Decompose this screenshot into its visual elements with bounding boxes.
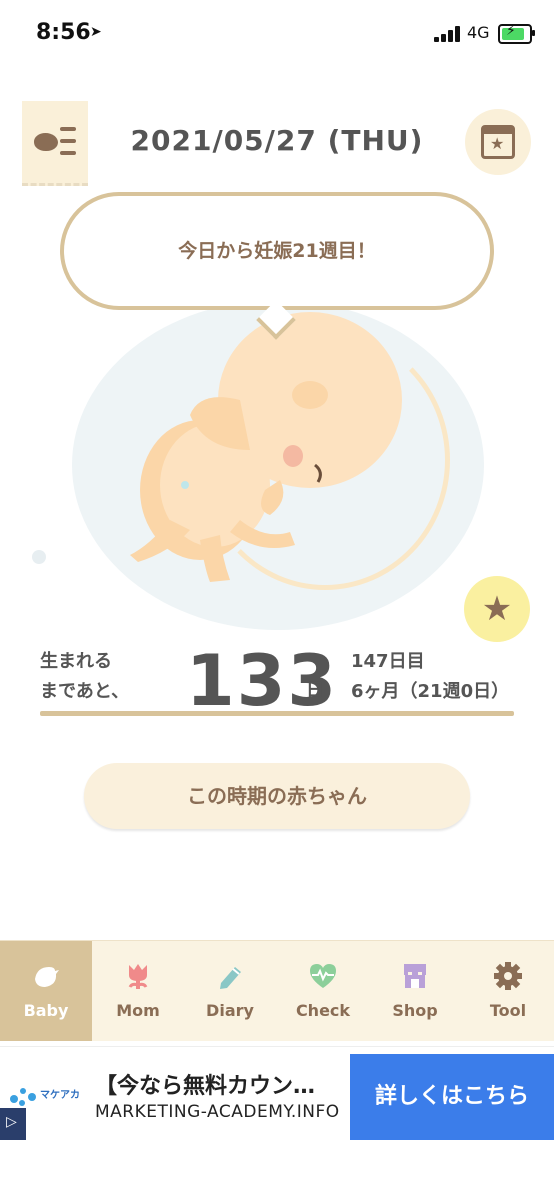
ad-choices-icon[interactable]: ▷ xyxy=(0,1108,26,1140)
status-time: 8:56 xyxy=(36,20,91,45)
shop-icon xyxy=(404,964,426,988)
ad-logo-icon xyxy=(10,1088,36,1106)
ad-title[interactable]: 【今なら無料カウン… xyxy=(95,1068,315,1100)
ad-brand: マケアカ xyxy=(40,1090,80,1101)
network-type: 4G xyxy=(467,23,490,42)
ad-cta-button[interactable]: 詳しくはこちら xyxy=(350,1054,554,1140)
bird-icon xyxy=(35,967,59,987)
fetus-illustration xyxy=(130,312,402,582)
star-icon: ★ xyxy=(481,589,513,629)
baby-this-period-button[interactable]: この時期の赤ちゃん xyxy=(84,763,470,829)
tab-label: Baby xyxy=(23,1001,69,1020)
divider xyxy=(40,711,514,716)
days-unit: 日 xyxy=(306,680,324,701)
tab-label: Tool xyxy=(489,1001,527,1020)
ad-url[interactable]: MARKETING-ACADEMY.INFO xyxy=(95,1102,340,1122)
countdown-label-1: 生まれる xyxy=(40,651,112,672)
heart-pulse-icon xyxy=(310,964,336,988)
day-count: 147日目 xyxy=(351,651,425,672)
tab-label: Mom xyxy=(116,1001,160,1020)
tab-check[interactable]: Check xyxy=(277,941,369,1041)
message-bubble: 今日から妊娠21週目！ xyxy=(60,192,494,310)
battery-icon: ⚡ xyxy=(498,23,532,44)
tab-label: Check xyxy=(295,1001,351,1020)
favorite-button[interactable]: ★ xyxy=(464,576,530,642)
tab-mom[interactable]: Mom xyxy=(92,941,184,1041)
tab-bar: Baby Mom Diary Check Shop Tool xyxy=(0,940,554,1041)
countdown-label-2: まであと、 xyxy=(40,681,130,702)
gear-icon xyxy=(494,962,522,990)
tab-tool[interactable]: Tool xyxy=(462,941,554,1041)
tab-shop[interactable]: Shop xyxy=(369,941,461,1041)
status-bar: 8:56 ➤ 4G ⚡ xyxy=(0,0,554,70)
tulip-icon xyxy=(128,964,148,989)
tab-baby[interactable]: Baby xyxy=(0,941,92,1041)
calendar-button[interactable]: ★ xyxy=(465,109,531,175)
tab-diary[interactable]: Diary xyxy=(184,941,276,1041)
location-arrow-icon: ➤ xyxy=(90,24,102,40)
pencil-icon xyxy=(220,967,241,989)
month-week: 6ヶ月（21週0日） xyxy=(351,681,510,702)
calendar-star-icon: ★ xyxy=(481,125,515,159)
tab-label: Shop xyxy=(392,1001,438,1020)
home-area xyxy=(0,1146,554,1200)
decor-dot xyxy=(32,550,46,564)
tab-label: Diary xyxy=(206,1001,254,1020)
signal-icon xyxy=(434,26,464,42)
